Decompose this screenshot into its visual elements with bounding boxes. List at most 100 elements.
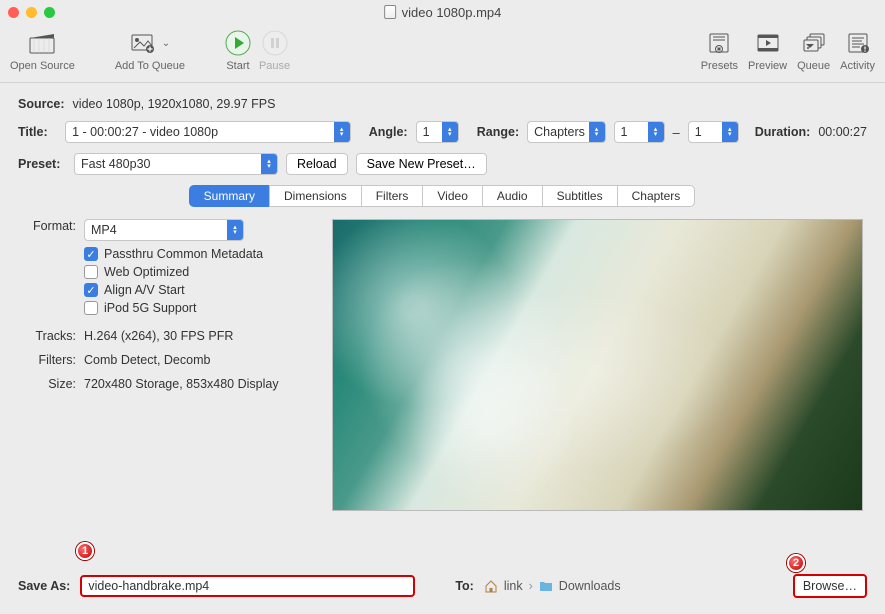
tab-video[interactable]: Video: [422, 185, 482, 207]
summary-pane: Format: MP4 ▴▾ ✓ Passthru Common Metadat…: [18, 219, 867, 511]
range-from-select[interactable]: 1 ▴▾: [614, 121, 665, 143]
preview-thumbnail: [332, 219, 863, 511]
add-queue-button[interactable]: ⌄ Add To Queue: [115, 28, 185, 72]
image-plus-icon: [130, 32, 156, 54]
browse-button[interactable]: Browse…: [793, 574, 867, 598]
window-title-text: video 1080p.mp4: [402, 5, 502, 20]
checkbox-icon: [84, 265, 98, 279]
clapper-icon: [29, 32, 55, 54]
home-icon: [484, 579, 498, 593]
tracks-value: H.264 (x264), 30 FPS PFR: [84, 329, 312, 343]
angle-select[interactable]: 1 ▴▾: [416, 121, 459, 143]
pause-icon: [262, 32, 288, 54]
chevron-down-icon[interactable]: ⌄: [162, 38, 170, 49]
chevron-updown-icon: ▴▾: [648, 121, 664, 143]
close-icon[interactable]: [8, 7, 19, 18]
saveas-value: video-handbrake.mp4: [88, 579, 209, 593]
chevron-updown-icon: ▴▾: [227, 219, 243, 241]
checkbox-icon: [84, 301, 98, 315]
queue-label: Queue: [797, 60, 830, 72]
saveas-input[interactable]: video-handbrake.mp4: [80, 575, 415, 597]
open-source-label: Open Source: [10, 60, 75, 72]
save-new-preset-button[interactable]: Save New Preset…: [356, 153, 487, 175]
preview-label: Preview: [748, 60, 787, 72]
format-select[interactable]: MP4 ▴▾: [84, 219, 244, 241]
browse-label: Browse…: [803, 579, 857, 593]
tab-dimensions[interactable]: Dimensions: [269, 185, 362, 207]
chevron-right-icon: ›: [529, 579, 533, 593]
range-to-select[interactable]: 1 ▴▾: [688, 121, 739, 143]
range-label: Range:: [477, 125, 519, 139]
zoom-icon[interactable]: [44, 7, 55, 18]
to-label: To:: [455, 579, 474, 593]
filters-label: Filters:: [22, 353, 84, 367]
chevron-updown-icon: ▴▾: [334, 121, 350, 143]
pause-button: Pause: [259, 28, 290, 72]
format-label: Format:: [22, 219, 84, 319]
destination-path[interactable]: link › Downloads: [484, 579, 621, 593]
chevron-updown-icon: ▴▾: [261, 153, 277, 175]
toolbar: Open Source ⌄ Add To Queue Start: [0, 24, 885, 83]
open-source-button[interactable]: Open Source: [10, 28, 75, 72]
chevron-updown-icon: ▴▾: [442, 121, 458, 143]
play-icon: [225, 32, 251, 54]
preview-button[interactable]: Preview: [748, 28, 787, 72]
checkbox-icon: ✓: [84, 247, 98, 261]
add-queue-label: Add To Queue: [115, 60, 185, 72]
check-align-label: Align A/V Start: [104, 283, 185, 297]
path-parent: link: [504, 579, 523, 593]
check-web[interactable]: Web Optimized: [84, 265, 312, 279]
summary-left: Format: MP4 ▴▾ ✓ Passthru Common Metadat…: [22, 219, 312, 511]
check-passthru-label: Passthru Common Metadata: [104, 247, 263, 261]
preset-row: Preset: Fast 480p30 ▴▾ Reload Save New P…: [18, 153, 867, 175]
format-value: MP4: [91, 223, 227, 237]
folder-icon: [539, 579, 553, 593]
activity-button[interactable]: Activity: [840, 28, 875, 72]
tab-chapters[interactable]: Chapters: [617, 185, 696, 207]
check-passthru[interactable]: ✓ Passthru Common Metadata: [84, 247, 312, 261]
content: Source: video 1080p, 1920x1080, 29.97 FP…: [0, 83, 885, 511]
range-from-value: 1: [621, 125, 648, 139]
file-icon: [384, 5, 396, 19]
range-separator: –: [673, 125, 680, 140]
range-to-value: 1: [695, 125, 722, 139]
check-ipod-label: iPod 5G Support: [104, 301, 196, 315]
minimize-icon[interactable]: [26, 7, 37, 18]
title-label: Title:: [18, 125, 57, 139]
chevron-updown-icon: ▴▾: [589, 121, 605, 143]
source-label: Source:: [18, 97, 65, 111]
title-row: Title: 1 - 00:00:27 - video 1080p ▴▾ Ang…: [18, 121, 867, 143]
preset-value: Fast 480p30: [81, 157, 261, 171]
presets-label: Presets: [701, 60, 738, 72]
start-button[interactable]: Start: [225, 28, 251, 72]
titlebar: video 1080p.mp4: [0, 0, 885, 24]
source-row: Source: video 1080p, 1920x1080, 29.97 FP…: [18, 97, 867, 111]
preset-select[interactable]: Fast 480p30 ▴▾: [74, 153, 278, 175]
size-label: Size:: [22, 377, 84, 391]
chevron-updown-icon: ▴▾: [722, 121, 738, 143]
presets-icon: [706, 32, 732, 54]
tab-filters[interactable]: Filters: [361, 185, 424, 207]
annotation-marker-1: 1: [76, 542, 94, 560]
check-align[interactable]: ✓ Align A/V Start: [84, 283, 312, 297]
check-ipod[interactable]: iPod 5G Support: [84, 301, 312, 315]
tab-audio[interactable]: Audio: [482, 185, 543, 207]
tab-subtitles[interactable]: Subtitles: [542, 185, 618, 207]
activity-label: Activity: [840, 60, 875, 72]
tab-summary[interactable]: Summary: [189, 185, 270, 207]
window-title: video 1080p.mp4: [384, 5, 502, 20]
angle-value: 1: [423, 125, 442, 139]
activity-icon: [845, 32, 871, 54]
angle-label: Angle:: [369, 125, 408, 139]
tab-bar: Summary Dimensions Filters Video Audio S…: [18, 185, 867, 207]
window-controls: [8, 7, 55, 18]
queue-button[interactable]: Queue: [797, 28, 830, 72]
title-select[interactable]: 1 - 00:00:27 - video 1080p ▴▾: [65, 121, 351, 143]
reload-button[interactable]: Reload: [286, 153, 348, 175]
path-folder: Downloads: [559, 579, 621, 593]
preset-label: Preset:: [18, 157, 66, 171]
queue-icon: [801, 32, 827, 54]
presets-button[interactable]: Presets: [701, 28, 738, 72]
range-mode-select[interactable]: Chapters ▴▾: [527, 121, 605, 143]
preview-icon: [755, 32, 781, 54]
